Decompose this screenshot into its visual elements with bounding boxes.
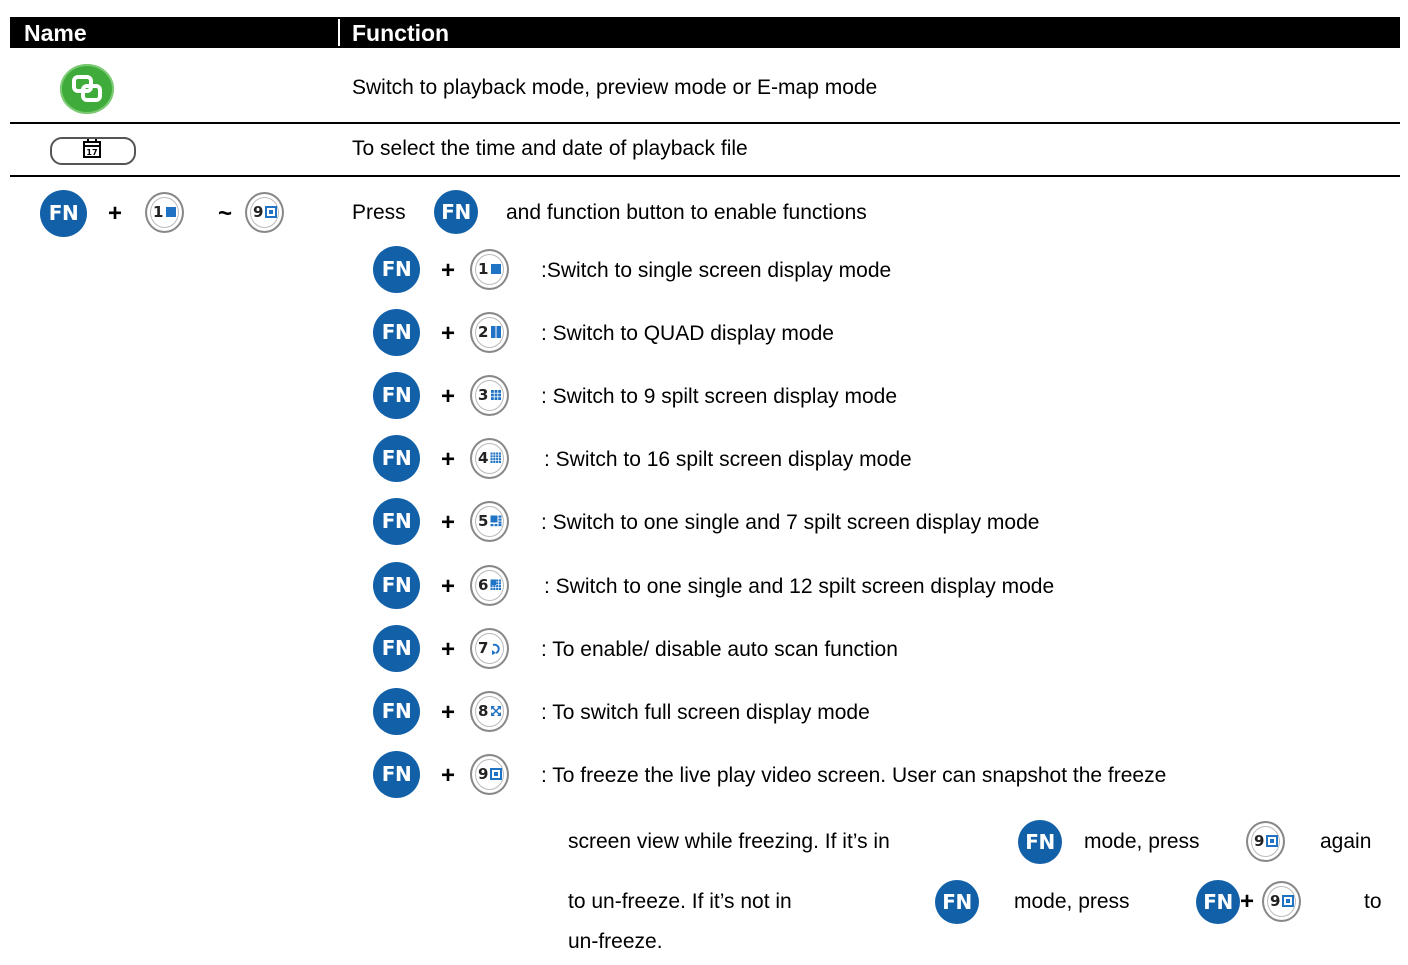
plus-sign: + — [1240, 888, 1255, 915]
fn-icon: FN — [373, 498, 420, 545]
table-header — [10, 17, 1400, 48]
plus-sign: + — [441, 762, 456, 789]
freeze-note-line2a: to un-freeze. If it’s not in — [568, 890, 792, 913]
freeze-note-line1a: screen view while freezing. If it’s in — [568, 830, 890, 853]
fn-icon: FN — [1196, 880, 1240, 924]
intro-desc: and function button to enable functions — [506, 201, 867, 224]
calendar-desc: To select the time and date of playback … — [352, 137, 748, 160]
fn-icon: FN — [373, 751, 420, 798]
fn-icon: FN — [40, 190, 87, 237]
fn-item-desc: : Switch to one single and 12 spilt scre… — [544, 575, 1055, 598]
fn-item-desc: : To freeze the live play video screen. … — [541, 764, 1167, 787]
key-1-icon: 1 — [145, 192, 184, 233]
fn-icon: FN — [1018, 820, 1062, 864]
freeze-note-line1c: again — [1320, 830, 1372, 853]
header-function: Function — [352, 20, 450, 46]
auto-scan-icon — [492, 643, 500, 655]
key-7-auto-scan-icon: 7 — [470, 628, 509, 669]
header-divider — [338, 19, 340, 46]
full-screen-icon — [491, 706, 501, 716]
plus-sign: + — [441, 320, 456, 347]
single-screen-icon — [491, 264, 501, 274]
one-plus-twelve-icon — [490, 579, 501, 590]
switch-mode-desc: Switch to playback mode, preview mode or… — [352, 76, 878, 99]
fn-item-desc: : Switch to one single and 7 spilt scree… — [541, 511, 1040, 534]
key-9-freeze-icon: 9 — [470, 754, 509, 795]
fn-item-desc: : Switch to 16 spilt screen display mode — [544, 448, 912, 471]
key-1-single-screen-icon: 1 — [470, 249, 509, 290]
freeze-icon — [490, 768, 502, 780]
key-2-quad-screen-icon: 2 — [470, 312, 509, 353]
key-4-sixteen-split-icon: 4 — [470, 438, 509, 479]
quad-screen-icon — [491, 326, 501, 338]
fn-icon: FN — [434, 190, 478, 234]
calendar-icon: 17 — [83, 139, 101, 158]
intro-press: Press — [352, 201, 406, 224]
key-8-full-screen-icon: 8 — [470, 691, 509, 732]
plus-sign: + — [441, 257, 456, 284]
fn-item-desc: : To enable/ disable auto scan function — [541, 638, 898, 661]
fn-icon: FN — [373, 625, 420, 672]
fn-icon: FN — [373, 309, 420, 356]
fn-icon: FN — [935, 880, 979, 924]
fn-icon: FN — [373, 246, 420, 293]
sixteen-split-icon — [490, 452, 501, 463]
key-5-one-plus-seven-icon: 5 — [470, 501, 509, 542]
plus-sign: + — [441, 446, 456, 473]
key-9-icon: 9 — [245, 192, 284, 233]
freeze-note-line2c: to — [1364, 890, 1382, 913]
tilde-sign: ~ — [218, 200, 233, 227]
key-9-icon: 9 — [1246, 821, 1285, 862]
fn-icon: FN — [373, 562, 420, 609]
fn-icon: FN — [373, 688, 420, 735]
svg-text:17: 17 — [86, 148, 97, 157]
calendar-button: 17 — [50, 137, 136, 165]
key-9-icon: 9 — [1262, 881, 1301, 922]
plus-sign: + — [441, 509, 456, 536]
freeze-note-line2b: mode, press — [1014, 890, 1130, 913]
one-plus-seven-icon — [490, 515, 502, 527]
fn-icon: FN — [373, 372, 420, 419]
nine-split-icon — [491, 390, 501, 400]
fn-icon: FN — [373, 435, 420, 482]
switch-mode-icon — [60, 64, 114, 114]
row-divider — [10, 175, 1400, 177]
fn-item-desc: : To switch full screen display mode — [541, 701, 870, 724]
freeze-note-line1b: mode, press — [1084, 830, 1200, 853]
fn-item-desc: :Switch to single screen display mode — [541, 259, 892, 282]
fn-item-desc: : Switch to QUAD display mode — [541, 322, 834, 345]
header-name: Name — [24, 20, 87, 46]
plus-sign: + — [108, 200, 123, 227]
key-3-nine-split-icon: 3 — [470, 375, 509, 416]
plus-sign: + — [441, 699, 456, 726]
row-divider — [10, 122, 1400, 124]
key-6-one-plus-twelve-icon: 6 — [470, 565, 509, 606]
plus-sign: + — [441, 573, 456, 600]
plus-sign: + — [441, 383, 456, 410]
plus-sign: + — [441, 636, 456, 663]
freeze-note-line3: un-freeze. — [568, 930, 663, 953]
fn-item-desc: : Switch to 9 spilt screen display mode — [541, 385, 897, 408]
